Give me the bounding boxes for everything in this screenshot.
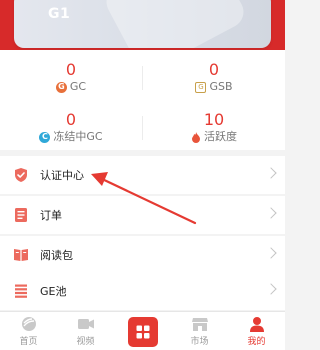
book-icon <box>12 246 30 264</box>
gsb-icon: G <box>195 81 207 93</box>
pool-icon <box>12 282 30 300</box>
stat-gc-label: GC <box>69 80 87 93</box>
chevron-right-icon <box>265 247 277 259</box>
stat-gc[interactable]: 0 G GC <box>0 50 142 100</box>
menu-item-label: 阅读包 <box>40 249 73 262</box>
nav-home-label: 首页 <box>19 336 38 347</box>
nav-video-label: 视频 <box>76 336 95 347</box>
app-grid-icon <box>127 317 158 347</box>
bottom-nav: 首页 视频 市场 我的 <box>0 311 285 350</box>
nav-center[interactable] <box>114 312 171 350</box>
nav-profile[interactable]: 我的 <box>228 312 285 350</box>
chevron-right-icon <box>265 207 277 219</box>
stat-gsb[interactable]: 0 G GSB <box>143 50 285 100</box>
card-decoration <box>100 0 250 48</box>
menu-item-orders[interactable]: 订单 <box>0 196 285 234</box>
stat-gsb-label: GSB <box>209 80 233 93</box>
stat-frozen-gc[interactable]: 0 C 冻结中GC <box>0 100 142 150</box>
stat-frozen-gc-label: 冻结中GC <box>53 130 103 143</box>
chevron-right-icon <box>265 283 277 295</box>
market-icon <box>191 316 209 332</box>
nav-home[interactable]: 首页 <box>0 312 57 350</box>
nav-profile-label: 我的 <box>247 336 266 347</box>
order-list-icon <box>12 206 30 224</box>
stat-gsb-value: 0 <box>208 60 220 79</box>
stat-activity-label: 活跃度 <box>204 130 237 143</box>
level-card[interactable]: G1 <box>14 0 271 48</box>
stats-grid: 0 G GC 0 G GSB 0 C 冻结中GC 10 活跃度 <box>0 50 285 150</box>
menu-item-label: GE池 <box>40 285 67 298</box>
stat-gc-value: 0 <box>65 60 77 79</box>
divider <box>142 66 143 90</box>
gc-icon: G <box>55 81 67 93</box>
nav-market-label: 市场 <box>190 336 209 347</box>
stat-activity[interactable]: 10 活跃度 <box>143 100 285 150</box>
stat-activity-value: 10 <box>203 110 225 129</box>
stat-frozen-gc-value: 0 <box>65 110 77 129</box>
menu-item-label: 认证中心 <box>40 169 84 182</box>
shield-check-icon <box>12 166 30 184</box>
frozen-gc-icon: C <box>39 131 51 143</box>
menu-item-label: 订单 <box>40 209 62 222</box>
video-icon <box>77 316 95 332</box>
level-label: G1 <box>48 6 71 22</box>
menu-item-certification[interactable]: 认证中心 <box>0 156 285 194</box>
flame-icon <box>191 131 201 143</box>
menu-item-ge-pool[interactable]: GE池 <box>0 272 285 310</box>
home-icon <box>20 316 38 332</box>
nav-video[interactable]: 视频 <box>57 312 114 350</box>
nav-market[interactable]: 市场 <box>171 312 228 350</box>
divider <box>142 116 143 140</box>
profile-icon <box>248 316 266 332</box>
chevron-right-icon <box>265 167 277 179</box>
menu-item-reading-pack[interactable]: 阅读包 <box>0 236 285 274</box>
